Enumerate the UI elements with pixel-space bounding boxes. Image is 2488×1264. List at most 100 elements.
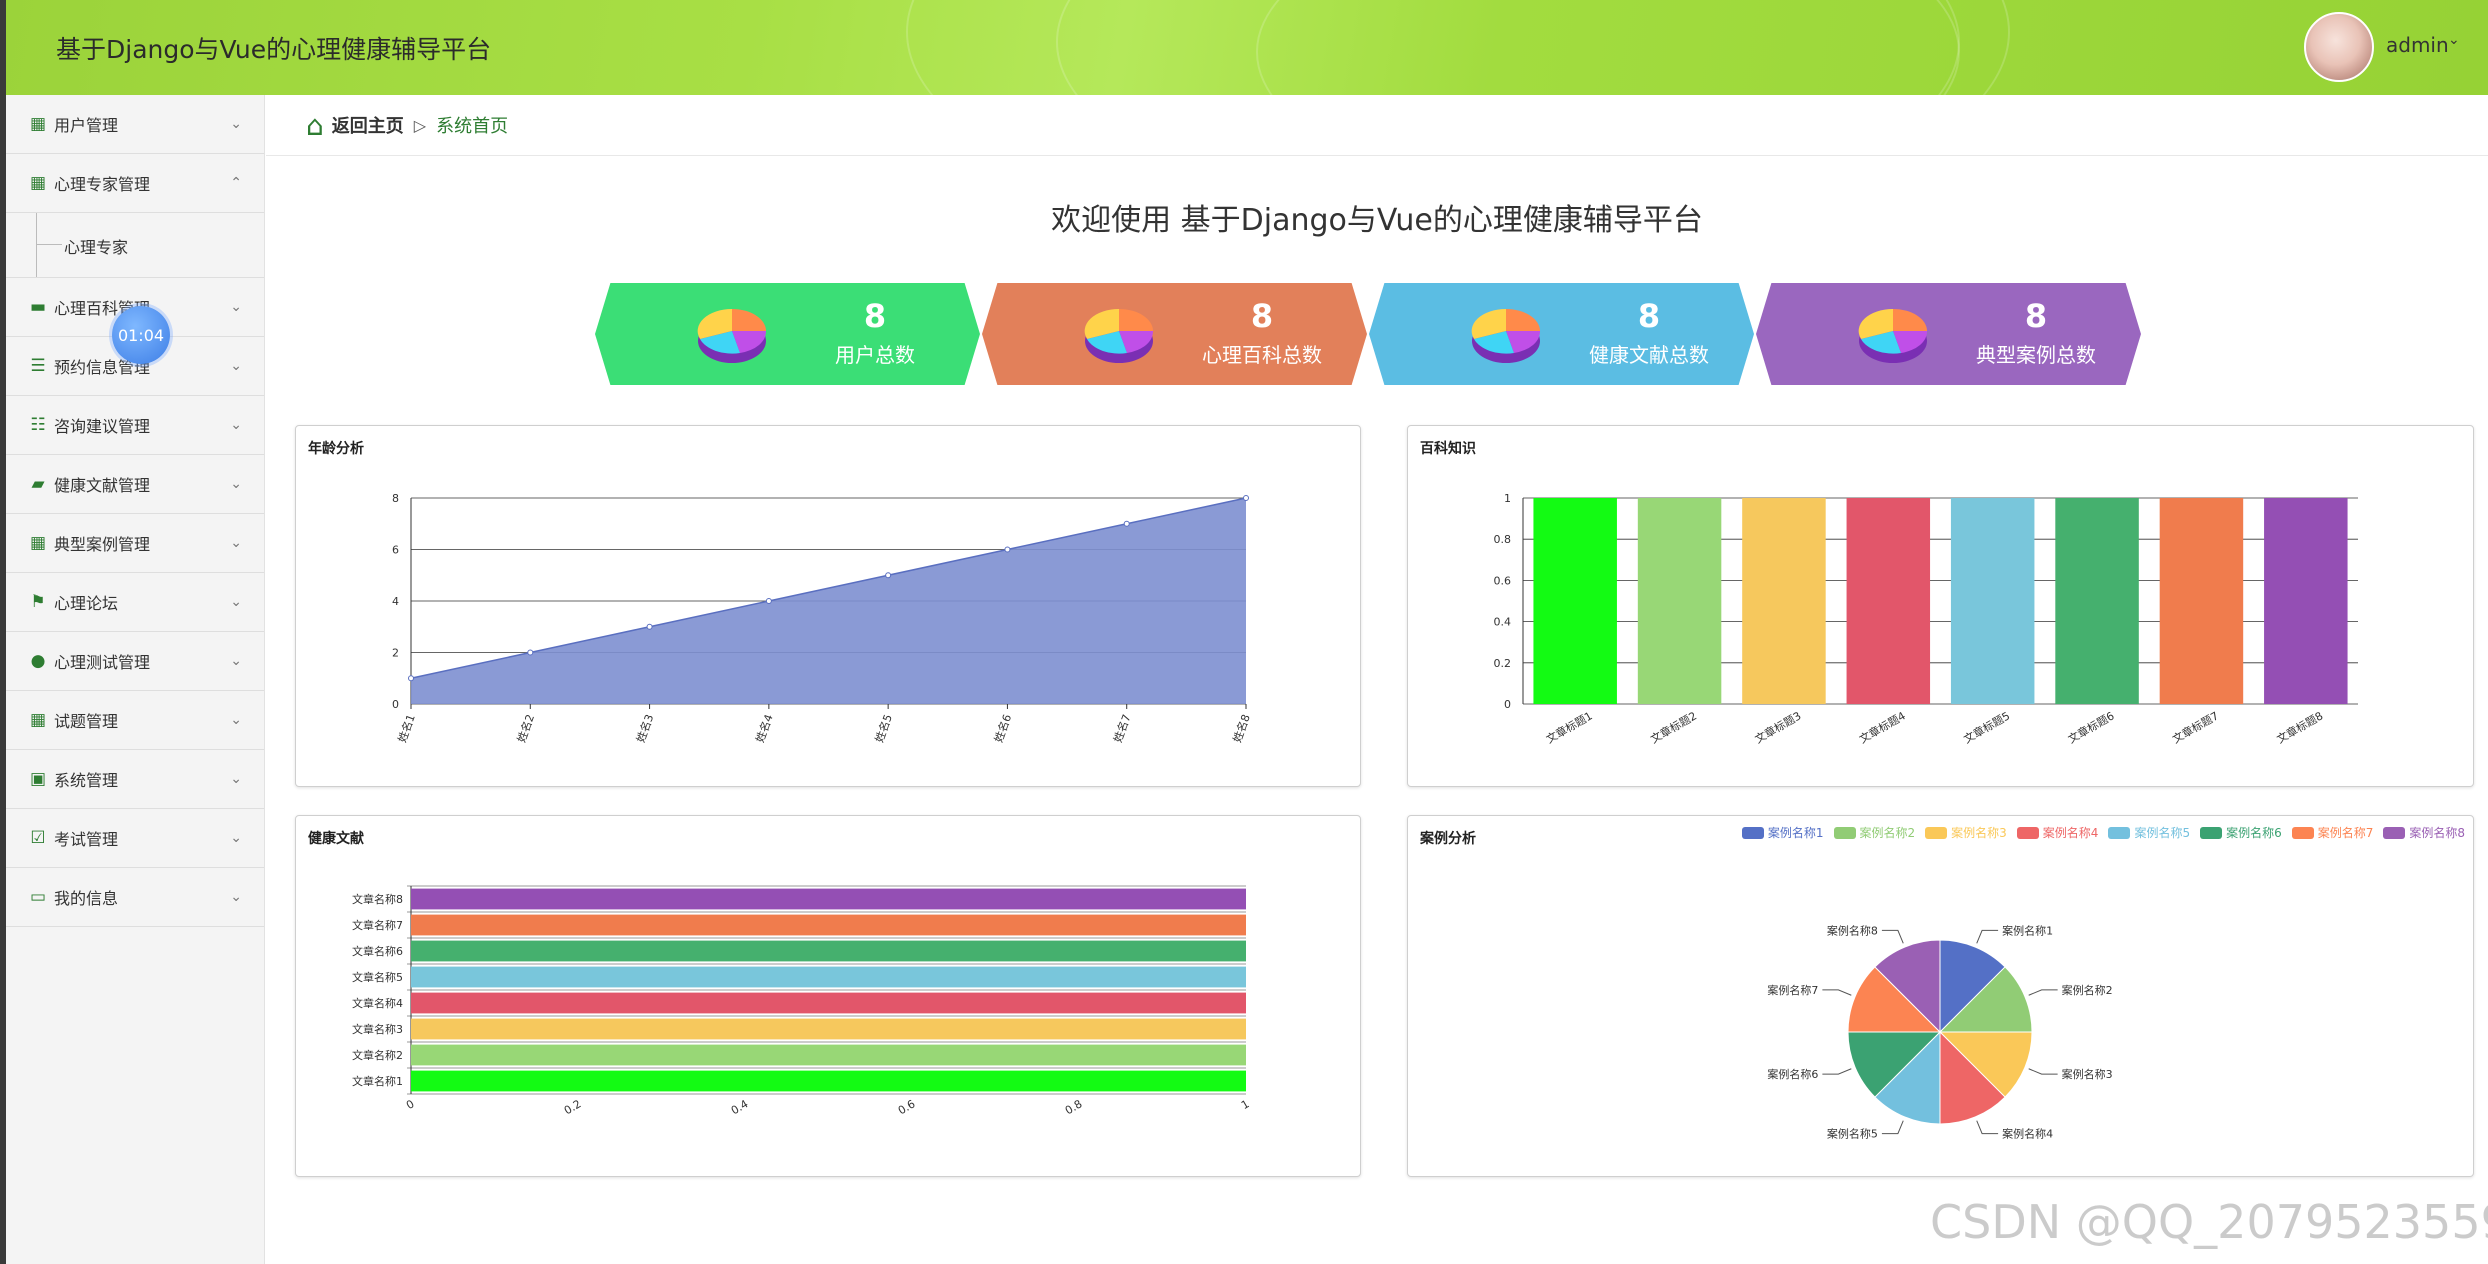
sidebar-item[interactable]: ▭ 我的信息 ⌄	[6, 868, 264, 927]
stat-value: 8	[1250, 297, 1274, 335]
data-point[interactable]	[527, 649, 534, 656]
bar[interactable]	[1742, 498, 1826, 704]
header-decoration	[1256, 0, 1960, 95]
x-tick-label: 0.2	[562, 1097, 584, 1117]
y-tick-label: 0	[392, 698, 399, 711]
sidebar-item[interactable]: ● 心理测试管理 ⌄	[6, 632, 264, 691]
chevron-down-icon: ⌄	[230, 830, 242, 846]
x-tick-label: 姓名3	[633, 712, 656, 744]
stat-value: 8	[863, 297, 887, 335]
sidebar-item[interactable]: ☷ 咨询建议管理 ⌄	[6, 396, 264, 455]
bar[interactable]	[2159, 498, 2244, 704]
stat-card[interactable]: 8 健康文献总数	[1369, 283, 1754, 385]
briefcase-icon: ▣	[29, 769, 47, 789]
bar[interactable]	[2055, 498, 2139, 704]
slice-label: 案例名称4	[2002, 1127, 2053, 1141]
breadcrumb-home-link[interactable]: 返回主页	[332, 112, 404, 138]
x-tick-label: 文章标题2	[1648, 708, 1699, 746]
home-icon[interactable]: ⌂	[306, 109, 324, 142]
bar[interactable]	[2264, 498, 2348, 704]
sidebar-item[interactable]: ▰ 健康文献管理 ⌄	[6, 455, 264, 514]
pie-chart-icon	[1084, 308, 1154, 363]
y-tick-label: 文章名称7	[352, 918, 403, 932]
x-tick-label: 文章标题6	[2065, 708, 2116, 746]
data-point[interactable]	[885, 572, 892, 579]
bar[interactable]	[411, 966, 1246, 988]
bar[interactable]	[1637, 498, 1722, 704]
breadcrumb-current: 系统首页	[436, 116, 509, 137]
x-tick-label: 姓名5	[872, 712, 895, 744]
data-point[interactable]	[1123, 520, 1130, 527]
stat-card[interactable]: 8 心理百科总数	[982, 283, 1367, 385]
ticket-icon: ▰	[31, 474, 45, 494]
recording-timer: 01:04	[112, 306, 170, 364]
slice-label: 案例名称5	[1827, 1127, 1878, 1141]
x-tick-label: 姓名6	[991, 712, 1014, 744]
stat-card[interactable]: 8 用户总数	[595, 283, 980, 385]
bar[interactable]	[1846, 498, 1931, 704]
stat-value: 8	[1637, 297, 1661, 335]
data-point[interactable]	[646, 623, 653, 630]
bar[interactable]	[411, 992, 1246, 1014]
chevron-down-icon: ⌄	[230, 712, 242, 728]
x-tick-label: 文章标题7	[2170, 708, 2221, 746]
label-leader-line	[1822, 1068, 1852, 1075]
y-tick-label: 文章名称1	[352, 1074, 403, 1088]
x-tick-label: 姓名8	[1230, 712, 1253, 744]
encyclopedia-bar-chart: 0 0.2 0.4 0.6 0.8 1 文章标题1 文章标题2 文章标题3 文章标题4 文章标题5 文…	[1494, 492, 2358, 746]
data-point[interactable]	[408, 675, 414, 682]
stat-card[interactable]: 8 典型案例总数	[1756, 283, 2141, 385]
sidebar-item-label: 用户管理	[54, 116, 119, 135]
grid-icon: ▦	[29, 710, 47, 730]
user-menu[interactable]: admin	[2386, 33, 2449, 57]
app-title: 基于Django与Vue的心理健康辅导平台	[56, 35, 492, 64]
bar[interactable]	[411, 1044, 1246, 1066]
sidebar-item[interactable]: ▦ 试题管理 ⌄	[6, 691, 264, 750]
slice-label: 案例名称2	[2062, 983, 2113, 997]
sidebar-item[interactable]: ▦ 典型案例管理 ⌄	[6, 514, 264, 573]
sidebar-item-label: 心理专家管理	[54, 175, 151, 194]
y-tick-label: 8	[392, 492, 399, 505]
slice-label: 案例名称3	[2062, 1067, 2113, 1081]
monitor-icon: ▬	[29, 297, 47, 317]
x-tick-label: 文章标题4	[1857, 708, 1908, 746]
bar[interactable]	[1950, 498, 2035, 704]
y-tick-label: 0.8	[1494, 533, 1512, 546]
y-tick-label: 文章名称6	[352, 944, 403, 958]
sidebar-item[interactable]: ▦ 心理专家管理 ⌃	[6, 154, 264, 213]
bar[interactable]	[411, 1018, 1246, 1040]
label-leader-line	[1976, 1120, 1999, 1135]
sidebar-item[interactable]: ⚑ 心理论坛 ⌄	[6, 573, 264, 632]
bar[interactable]	[411, 940, 1246, 962]
sidebar-item[interactable]: ☑ 考试管理 ⌄	[6, 809, 264, 868]
bar[interactable]	[1533, 498, 1617, 704]
page-title: 欢迎使用 基于Django与Vue的心理健康辅导平台	[1051, 203, 1703, 238]
y-tick-label: 1	[1504, 492, 1511, 505]
chevron-down-icon[interactable]: ⌄	[2448, 32, 2460, 48]
sidebar-item[interactable]: ▣ 系统管理 ⌄	[6, 750, 264, 809]
bar[interactable]	[411, 1070, 1246, 1092]
breadcrumb-separator: ▷	[413, 115, 427, 135]
grid-icon: ▦	[29, 173, 47, 193]
sidebar-item-label: 试题管理	[54, 712, 119, 731]
age-area-chart: 0 2 4 6 8 姓名1 姓名2 姓名3 姓名4 姓名5 姓名6 姓名7 姓名8	[392, 492, 1253, 744]
avatar[interactable]	[2304, 12, 2374, 82]
y-tick-label: 0.2	[1494, 657, 1512, 670]
sidebar-item[interactable]: ▦ 用户管理 ⌄	[6, 95, 264, 154]
tree-line	[36, 244, 62, 245]
sidebar-subitem[interactable]: 心理专家	[6, 213, 264, 278]
sidebar-item-label: 典型案例管理	[54, 535, 151, 554]
data-point[interactable]	[765, 598, 772, 604]
pie-chart-icon	[697, 308, 767, 363]
data-point[interactable]	[1004, 546, 1011, 553]
y-tick-label: 文章名称5	[352, 970, 403, 984]
sidebar-item-label: 我的信息	[54, 889, 119, 908]
sliders-icon: ☷	[30, 415, 46, 435]
x-tick-label: 0.6	[896, 1097, 918, 1117]
x-tick-label: 文章标题3	[1752, 708, 1803, 746]
bar[interactable]	[411, 888, 1246, 910]
slice-label: 案例名称7	[1767, 983, 1818, 997]
pie-chart-icon	[1471, 308, 1541, 363]
bar[interactable]	[411, 914, 1246, 936]
data-point[interactable]	[1243, 495, 1249, 501]
